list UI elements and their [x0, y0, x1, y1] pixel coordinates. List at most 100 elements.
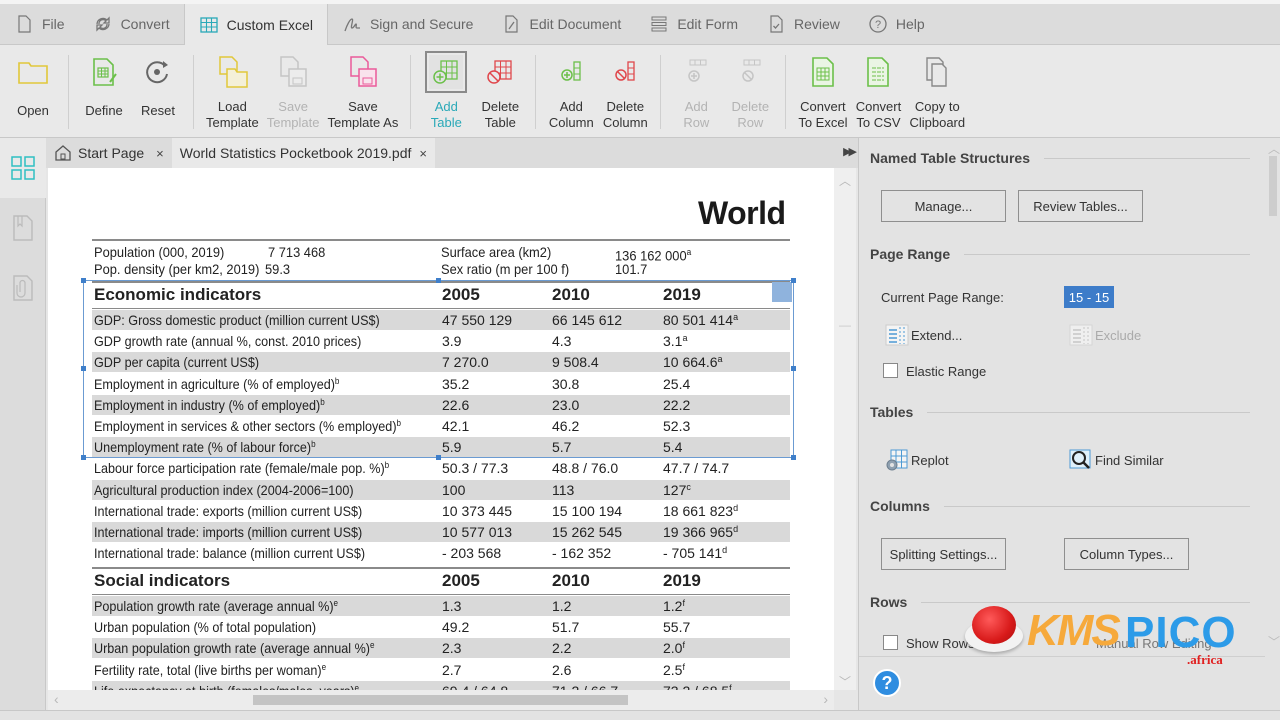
- scroll-left-icon[interactable]: ‹: [54, 691, 59, 707]
- sex-ratio-value: 101.7: [615, 261, 648, 277]
- scroll-up-icon[interactable]: ︿: [1268, 140, 1280, 157]
- load-template-button[interactable]: Load Template: [202, 45, 263, 137]
- year-header: 2019: [663, 285, 701, 304]
- save-template-button[interactable]: Save Template: [263, 45, 324, 137]
- extend-label: Extend...: [911, 327, 963, 343]
- row-label-text: Unemployment rate (% of labour force): [94, 439, 312, 456]
- find-similar-button[interactable]: Find Similar: [1069, 448, 1164, 472]
- replot-button[interactable]: Replot: [885, 448, 949, 472]
- help-button[interactable]: ?: [873, 669, 901, 697]
- resize-handle[interactable]: [791, 278, 796, 283]
- scroll-up-icon[interactable]: ︿: [839, 172, 851, 188]
- define-button[interactable]: Define: [77, 45, 131, 137]
- scroll-down-icon[interactable]: ﹀: [1268, 633, 1280, 650]
- resize-handle[interactable]: [81, 455, 86, 460]
- review-tables-button[interactable]: Review Tables...: [1018, 190, 1143, 222]
- convert-to-csv-button[interactable]: Convert To CSV: [851, 45, 905, 137]
- ribbon-divider: [785, 55, 787, 129]
- show-rows-checkbox[interactable]: [883, 635, 898, 650]
- cell-value: 15 262 545: [552, 524, 622, 540]
- resize-handle[interactable]: [436, 455, 441, 460]
- cell-text: 52.3: [663, 418, 691, 434]
- tab-world-statistics-pdf[interactable]: World Statistics Pocketbook 2019.pdf ×: [171, 138, 435, 168]
- exclude-button[interactable]: Exclude: [1069, 324, 1141, 346]
- vertical-scrollbar[interactable]: ︿ — ﹀: [834, 168, 856, 690]
- menu-tab-convert[interactable]: Convert: [79, 4, 184, 44]
- scroll-thumb[interactable]: —: [839, 318, 851, 332]
- row-label-text: Labour force participation rate (female/…: [94, 460, 385, 477]
- pdf-viewer[interactable]: World Population (000, 2019) 7 713 468 P…: [48, 168, 834, 690]
- splitting-settings-button[interactable]: Splitting Settings...: [881, 538, 1006, 570]
- row-label-text: GDP: Gross domestic product (million cur…: [94, 312, 380, 328]
- panel-scrollbar[interactable]: ︿ ﹀: [1265, 138, 1280, 653]
- density-label: Pop. density (per km2, 2019): [94, 261, 260, 277]
- sidebar-thumbnails-button[interactable]: [0, 138, 46, 198]
- menu-tab-edit-form[interactable]: Edit Form: [635, 4, 752, 44]
- delete-column-button[interactable]: Delete Column: [598, 45, 652, 137]
- reset-button[interactable]: Reset: [131, 45, 185, 137]
- add-table-button[interactable]: Add Table: [419, 45, 473, 137]
- row-label: International trade: exports (million cu…: [94, 503, 362, 519]
- cell-text: 15 262 545: [552, 524, 623, 540]
- close-icon[interactable]: ×: [419, 146, 427, 161]
- cell-value: 10 664.6a: [663, 354, 723, 370]
- column-types-button[interactable]: Column Types...: [1064, 538, 1189, 570]
- save-template-as-label: Save Template As: [327, 99, 399, 130]
- ribbon-divider: [660, 55, 662, 129]
- open-button[interactable]: Open: [6, 45, 60, 137]
- copy-to-clipboard-button[interactable]: Copy to Clipboard: [905, 45, 969, 137]
- current-page-range-value[interactable]: 15 - 15: [1064, 286, 1114, 308]
- close-icon[interactable]: ×: [156, 146, 164, 161]
- menu-tab-edit-document[interactable]: Edit Document: [487, 4, 635, 44]
- cell-value: 30.8: [552, 376, 579, 392]
- sex-ratio-label: Sex ratio (m per 100 f): [441, 261, 570, 277]
- delete-table-button[interactable]: Delete Table: [473, 45, 527, 137]
- surface-label: Surface area (km2): [441, 244, 552, 260]
- cell-value: 1.3: [442, 598, 461, 614]
- row-label: Population growth rate (average annual %…: [94, 598, 338, 614]
- manual-row-editing-label[interactable]: Manual Row Editing: [1096, 636, 1212, 651]
- add-row-button[interactable]: Add Row: [669, 45, 723, 137]
- table-row: Urban population (% of total population)…: [92, 617, 790, 637]
- manage-button[interactable]: Manage...: [881, 190, 1006, 222]
- add-column-label: Add Column: [548, 99, 594, 130]
- save-template-as-button[interactable]: Save Template As: [324, 45, 403, 137]
- resize-handle[interactable]: [791, 366, 796, 371]
- cell-value: 10 373 445: [442, 503, 512, 519]
- table-selection-corner[interactable]: [772, 282, 792, 302]
- resize-handle[interactable]: [81, 278, 86, 283]
- cell-text: 66 145 612: [552, 312, 623, 328]
- scroll-thumb[interactable]: [1269, 156, 1277, 216]
- convert-to-excel-button[interactable]: Convert To Excel: [794, 45, 851, 137]
- cell-value: 1.2: [552, 598, 571, 614]
- menu-tab-custom-excel[interactable]: Custom Excel: [183, 4, 328, 45]
- table-row: International trade: balance (million cu…: [92, 543, 790, 563]
- scroll-down-icon[interactable]: ﹀: [839, 673, 851, 689]
- help-icon: ?: [869, 15, 887, 33]
- table-row: GDP: Gross domestic product (million cur…: [92, 310, 790, 330]
- collapse-panel-icon[interactable]: ▶▶: [843, 145, 857, 158]
- cell-text: 9 508.4: [552, 354, 599, 371]
- scroll-right-icon[interactable]: ›: [823, 691, 828, 707]
- resize-handle[interactable]: [436, 278, 441, 283]
- menu-tab-sign-secure[interactable]: Sign and Secure: [328, 4, 488, 44]
- sidebar-bookmarks-button[interactable]: [0, 198, 46, 258]
- delete-row-button[interactable]: Delete Row: [723, 45, 777, 137]
- thumbnails-icon: [11, 156, 35, 180]
- menu-tab-review[interactable]: Review: [752, 4, 854, 44]
- add-column-button[interactable]: Add Column: [544, 45, 598, 137]
- resize-handle[interactable]: [81, 366, 86, 371]
- scroll-thumb[interactable]: [253, 695, 628, 705]
- elastic-range-checkbox[interactable]: [883, 363, 898, 378]
- cell-value: 2.2: [552, 640, 571, 656]
- cell-value: 2.5f: [663, 662, 685, 678]
- cell-text: 5.4: [663, 439, 683, 456]
- extend-button[interactable]: Extend...: [885, 324, 962, 346]
- sidebar-attachments-button[interactable]: [0, 258, 46, 318]
- horizontal-scrollbar[interactable]: ‹ ›: [48, 690, 834, 710]
- resize-handle[interactable]: [791, 455, 796, 460]
- tab-start-page[interactable]: Start Page ×: [46, 138, 172, 168]
- convert-icon: [95, 16, 110, 32]
- menu-tab-file[interactable]: File: [0, 4, 79, 44]
- menu-tab-help[interactable]: ? Help: [854, 4, 939, 44]
